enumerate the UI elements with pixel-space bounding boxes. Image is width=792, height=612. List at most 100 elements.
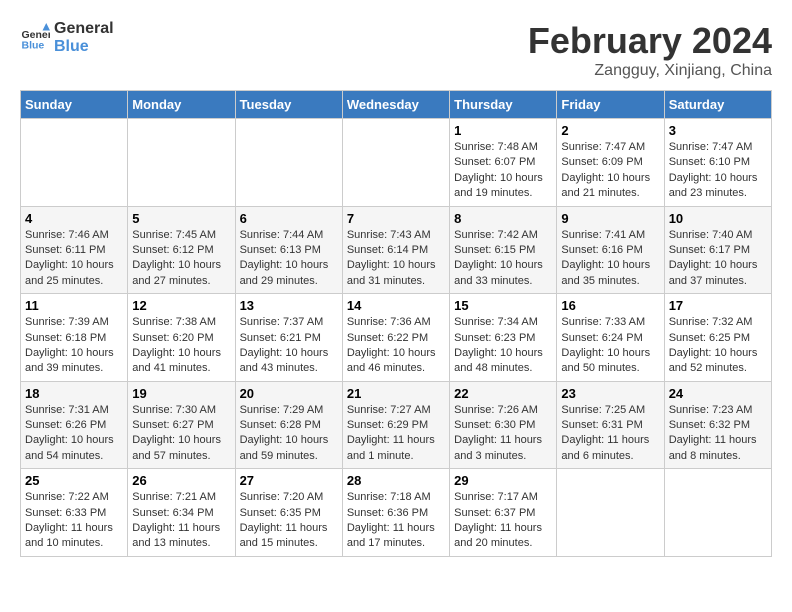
weekday-header: Wednesday	[342, 91, 449, 119]
day-info: Sunrise: 7:30 AM Sunset: 6:27 PM Dayligh…	[132, 403, 230, 465]
calendar-day: 26 Sunrise: 7:21 AM Sunset: 6:34 PM Dayli…	[128, 469, 235, 557]
calendar-day: 29Sunrise: 7:17 AM Sunset: 6:37 PM Dayli…	[450, 469, 557, 557]
day-info: Sunrise: 7:47 AM Sunset: 6:09 PM Dayligh…	[561, 140, 659, 202]
day-number: 11	[25, 298, 123, 313]
day-number: 20	[240, 386, 338, 401]
calendar-day: 18 Sunrise: 7:31 AM Sunset: 6:26 PM Dayli…	[21, 381, 128, 469]
calendar-header: SundayMondayTuesdayWednesdayThursdayFrid…	[21, 91, 772, 119]
calendar-day: 20 Sunrise: 7:29 AM Sunset: 6:28 PM Dayli…	[235, 381, 342, 469]
calendar-day: 14 Sunrise: 7:36 AM Sunset: 6:22 PM Dayli…	[342, 294, 449, 382]
day-number: 21	[347, 386, 445, 401]
empty-day	[557, 469, 664, 557]
day-number: 12	[132, 298, 230, 313]
calendar-day: 11 Sunrise: 7:39 AM Sunset: 6:18 PM Dayli…	[21, 294, 128, 382]
day-number: 15	[454, 298, 552, 313]
day-number: 2	[561, 123, 659, 138]
day-number: 10	[669, 211, 767, 226]
empty-day	[128, 119, 235, 207]
calendar-day: 1 Sunrise: 7:48 AM Sunset: 6:07 PM Daylig…	[450, 119, 557, 207]
day-number: 8	[454, 211, 552, 226]
day-number: 25	[25, 473, 123, 488]
day-number: 9	[561, 211, 659, 226]
calendar-day: 24 Sunrise: 7:23 AM Sunset: 6:32 PM Dayli…	[664, 381, 771, 469]
logo-line2: Blue	[54, 38, 114, 56]
day-info: Sunrise: 7:23 AM Sunset: 6:32 PM Dayligh…	[669, 403, 767, 465]
day-info: Sunrise: 7:47 AM Sunset: 6:10 PM Dayligh…	[669, 140, 767, 202]
day-info: Sunrise: 7:33 AM Sunset: 6:24 PM Dayligh…	[561, 315, 659, 377]
day-number: 22	[454, 386, 552, 401]
calendar-day: 15 Sunrise: 7:34 AM Sunset: 6:23 PM Dayli…	[450, 294, 557, 382]
day-info: Sunrise: 7:38 AM Sunset: 6:20 PM Dayligh…	[132, 315, 230, 377]
day-info: Sunrise: 7:41 AM Sunset: 6:16 PM Dayligh…	[561, 228, 659, 290]
day-number: 23	[561, 386, 659, 401]
calendar-title: February 2024	[528, 20, 772, 62]
day-info: Sunrise: 7:37 AM Sunset: 6:21 PM Dayligh…	[240, 315, 338, 377]
logo-icon: General Blue	[20, 23, 50, 53]
calendar-day: 16 Sunrise: 7:33 AM Sunset: 6:24 PM Dayli…	[557, 294, 664, 382]
day-info: Sunrise: 7:31 AM Sunset: 6:26 PM Dayligh…	[25, 403, 123, 465]
weekday-header: Tuesday	[235, 91, 342, 119]
day-number: 14	[347, 298, 445, 313]
day-info: Sunrise: 7:45 AM Sunset: 6:12 PM Dayligh…	[132, 228, 230, 290]
day-number: 27	[240, 473, 338, 488]
day-info: Sunrise: 7:26 AM Sunset: 6:30 PM Dayligh…	[454, 403, 552, 465]
empty-day	[664, 469, 771, 557]
calendar-table: SundayMondayTuesdayWednesdayThursdayFrid…	[20, 90, 772, 557]
calendar-day: 2 Sunrise: 7:47 AM Sunset: 6:09 PM Daylig…	[557, 119, 664, 207]
weekday-header: Saturday	[664, 91, 771, 119]
empty-day	[21, 119, 128, 207]
day-number: 18	[25, 386, 123, 401]
calendar-day: 17 Sunrise: 7:32 AM Sunset: 6:25 PM Dayli…	[664, 294, 771, 382]
calendar-day: 25 Sunrise: 7:22 AM Sunset: 6:33 PM Dayli…	[21, 469, 128, 557]
calendar-day: 19 Sunrise: 7:30 AM Sunset: 6:27 PM Dayli…	[128, 381, 235, 469]
day-info: Sunrise: 7:36 AM Sunset: 6:22 PM Dayligh…	[347, 315, 445, 377]
calendar-day: 5 Sunrise: 7:45 AM Sunset: 6:12 PM Daylig…	[128, 206, 235, 294]
calendar-day: 10 Sunrise: 7:40 AM Sunset: 6:17 PM Dayli…	[664, 206, 771, 294]
day-number: 29	[454, 473, 552, 488]
day-number: 28	[347, 473, 445, 488]
day-info: Sunrise: 7:22 AM Sunset: 6:33 PM Dayligh…	[25, 490, 123, 552]
day-number: 6	[240, 211, 338, 226]
weekday-header: Sunday	[21, 91, 128, 119]
calendar-day: 27 Sunrise: 7:20 AM Sunset: 6:35 PM Dayli…	[235, 469, 342, 557]
day-info: Sunrise: 7:27 AM Sunset: 6:29 PM Dayligh…	[347, 403, 445, 465]
day-info: Sunrise: 7:20 AM Sunset: 6:35 PM Dayligh…	[240, 490, 338, 552]
title-block: February 2024 Zangguy, Xinjiang, China	[528, 20, 772, 80]
day-number: 4	[25, 211, 123, 226]
day-info: Sunrise: 7:43 AM Sunset: 6:14 PM Dayligh…	[347, 228, 445, 290]
day-info: Sunrise: 7:29 AM Sunset: 6:28 PM Dayligh…	[240, 403, 338, 465]
calendar-day: 12 Sunrise: 7:38 AM Sunset: 6:20 PM Dayli…	[128, 294, 235, 382]
day-number: 7	[347, 211, 445, 226]
day-info: Sunrise: 7:21 AM Sunset: 6:34 PM Dayligh…	[132, 490, 230, 552]
weekday-header: Monday	[128, 91, 235, 119]
day-number: 1	[454, 123, 552, 138]
day-number: 26	[132, 473, 230, 488]
calendar-day: 7 Sunrise: 7:43 AM Sunset: 6:14 PM Daylig…	[342, 206, 449, 294]
calendar-day: 23Sunrise: 7:25 AM Sunset: 6:31 PM Dayli…	[557, 381, 664, 469]
day-info: Sunrise: 7:46 AM Sunset: 6:11 PM Dayligh…	[25, 228, 123, 290]
day-info: Sunrise: 7:39 AM Sunset: 6:18 PM Dayligh…	[25, 315, 123, 377]
day-number: 17	[669, 298, 767, 313]
empty-day	[342, 119, 449, 207]
day-number: 13	[240, 298, 338, 313]
calendar-day: 4 Sunrise: 7:46 AM Sunset: 6:11 PM Daylig…	[21, 206, 128, 294]
day-number: 24	[669, 386, 767, 401]
calendar-day: 6 Sunrise: 7:44 AM Sunset: 6:13 PM Daylig…	[235, 206, 342, 294]
calendar-day: 21 Sunrise: 7:27 AM Sunset: 6:29 PM Dayli…	[342, 381, 449, 469]
day-info: Sunrise: 7:32 AM Sunset: 6:25 PM Dayligh…	[669, 315, 767, 377]
calendar-day: 8 Sunrise: 7:42 AM Sunset: 6:15 PM Daylig…	[450, 206, 557, 294]
day-number: 16	[561, 298, 659, 313]
day-info: Sunrise: 7:48 AM Sunset: 6:07 PM Dayligh…	[454, 140, 552, 202]
day-info: Sunrise: 7:34 AM Sunset: 6:23 PM Dayligh…	[454, 315, 552, 377]
day-info: Sunrise: 7:18 AM Sunset: 6:36 PM Dayligh…	[347, 490, 445, 552]
svg-text:Blue: Blue	[22, 39, 45, 51]
day-info: Sunrise: 7:42 AM Sunset: 6:15 PM Dayligh…	[454, 228, 552, 290]
day-info: Sunrise: 7:44 AM Sunset: 6:13 PM Dayligh…	[240, 228, 338, 290]
day-number: 5	[132, 211, 230, 226]
logo-line1: General	[54, 20, 114, 38]
empty-day	[235, 119, 342, 207]
day-number: 19	[132, 386, 230, 401]
day-info: Sunrise: 7:40 AM Sunset: 6:17 PM Dayligh…	[669, 228, 767, 290]
calendar-subtitle: Zangguy, Xinjiang, China	[528, 62, 772, 80]
page-header: General Blue General Blue February 2024 …	[20, 20, 772, 80]
